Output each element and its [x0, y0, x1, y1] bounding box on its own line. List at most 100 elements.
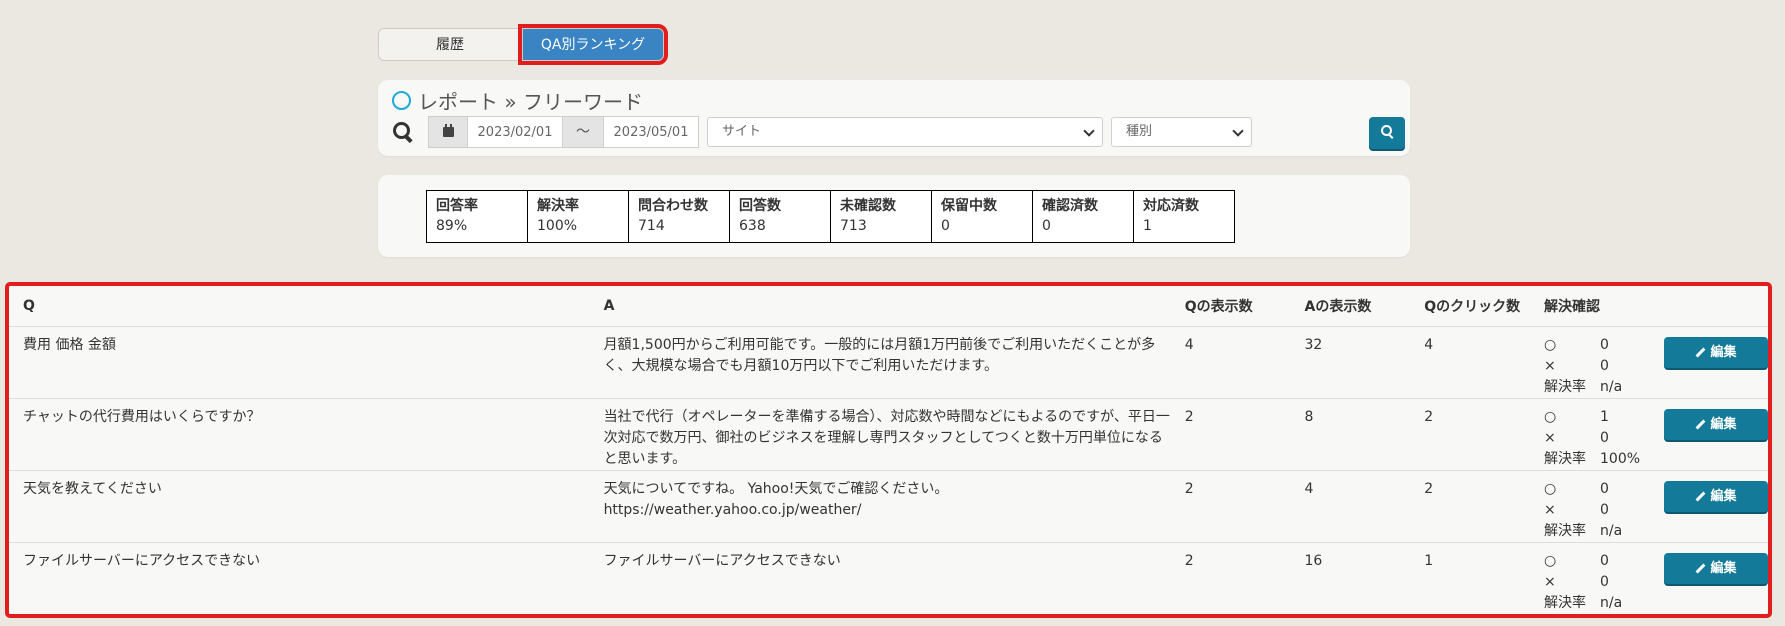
actions-cell: 編集: [1650, 326, 1768, 399]
resolution-rate-value: 100%: [1600, 451, 1641, 467]
stat-label: 保留中数: [941, 198, 997, 214]
calendar-icon: [443, 124, 454, 137]
resolved-no-label: ×: [1544, 502, 1556, 518]
table-header-row: Q A Qの表示数 Aの表示数 Qのクリック数 解決確認: [9, 286, 1768, 327]
answer-cell: 当社で代行（オペレーターを準備する場合）、対応数や時間などにもよるのですが、平日…: [589, 398, 1171, 471]
search-icon: [1381, 125, 1392, 136]
stat-cell: 保留中数 0: [931, 190, 1033, 243]
edit-button[interactable]: 編集: [1664, 409, 1768, 440]
resolved-yes-count: 0: [1600, 553, 1609, 569]
view-tabs: 履歴 QA別ランキング: [378, 24, 668, 65]
report-filter-card: レポート » フリーワード ～ サイト 種別: [378, 80, 1410, 156]
header-a: A: [589, 286, 1171, 327]
header-q-views: Qの表示数: [1170, 286, 1291, 327]
circle-icon: [392, 91, 411, 110]
a-views-cell: 8: [1290, 398, 1411, 471]
header-q-clicks: Qのクリック数: [1410, 286, 1530, 327]
resolution-cell: ○ 1 × 0 解決率 100%: [1530, 398, 1650, 471]
resolved-yes-count: 0: [1600, 481, 1609, 497]
stat-value: 0: [1042, 218, 1051, 234]
q-clicks-cell: 2: [1410, 470, 1530, 543]
answer-cell: ファイルサーバーにアクセスできない: [589, 542, 1171, 614]
qa-ranking-panel: Q A Qの表示数 Aの表示数 Qのクリック数 解決確認 費用 価格 金額 月額…: [5, 282, 1772, 618]
calendar-button[interactable]: [429, 117, 468, 147]
resolution-cell: ○ 0 × 0 解決率 n/a: [1530, 542, 1650, 614]
resolution-rate-value: n/a: [1600, 523, 1623, 539]
stat-cell: 未確認数 713: [830, 190, 932, 243]
edit-button[interactable]: 編集: [1664, 481, 1768, 512]
stat-label: 問合わせ数: [638, 198, 708, 214]
resolved-yes-label: ○: [1544, 337, 1557, 353]
stat-cell: 解決率 100%: [527, 190, 629, 243]
actions-cell: 編集: [1650, 542, 1768, 614]
table-row: チャットの代行費用はいくらですか？ 当社で代行（オペレーターを準備する場合）、対…: [9, 398, 1768, 471]
search-button[interactable]: [1369, 117, 1405, 149]
question-cell: 天気を教えてください: [9, 470, 590, 543]
resolution-rate-label: 解決率: [1544, 523, 1586, 539]
stat-value: 0: [941, 218, 950, 234]
q-views-cell: 2: [1170, 542, 1291, 614]
resolved-yes-label: ○: [1544, 409, 1557, 425]
stat-label: 解決率: [537, 198, 579, 214]
resolution-cell: ○ 0 × 0 解決率 n/a: [1530, 470, 1650, 543]
resolved-no-label: ×: [1544, 574, 1556, 590]
type-select[interactable]: 種別: [1111, 117, 1252, 147]
search-row: ～ サイト 種別: [392, 116, 1252, 148]
stat-label: 確認済数: [1042, 198, 1098, 214]
stats-table: 回答率 89% 解決率 100% 問合わせ数 714 回答数 638 未確認数 713 保…: [426, 190, 1235, 243]
stat-cell: 回答率 89%: [426, 190, 528, 243]
resolved-no-count: 0: [1600, 430, 1609, 446]
resolved-yes-count: 0: [1600, 337, 1609, 353]
site-select[interactable]: サイト: [707, 117, 1103, 147]
edit-button[interactable]: 編集: [1664, 337, 1768, 368]
tab-history[interactable]: 履歴: [378, 28, 522, 61]
edit-button-label: 編集: [1710, 489, 1737, 504]
resolution-rate-label: 解決率: [1544, 595, 1586, 611]
stat-value: 714: [638, 218, 665, 234]
pencil-icon: [1696, 347, 1706, 358]
resolution-rate-value: n/a: [1600, 595, 1623, 611]
a-views-cell: 32: [1290, 326, 1411, 399]
stat-value: 1: [1143, 218, 1152, 234]
edit-button-label: 編集: [1710, 561, 1737, 576]
stat-cell: 問合わせ数 714: [628, 190, 730, 243]
date-range: ～: [428, 116, 699, 148]
resolved-yes-label: ○: [1544, 481, 1557, 497]
answer-cell: 天気についてですね。 Yahoo!天気でご確認ください。 https://wea…: [589, 470, 1171, 543]
edit-button[interactable]: 編集: [1664, 553, 1768, 584]
answer-cell: 月額1,500円からご利用可能です。一般的には月額1万円前後でご利用いただくこと…: [589, 326, 1171, 399]
date-to-input[interactable]: [604, 117, 698, 147]
resolution-rate-value: n/a: [1600, 379, 1623, 395]
table-row: ファイルサーバーにアクセスできない ファイルサーバーにアクセスできない 2 16…: [9, 542, 1768, 614]
resolution-rate-label: 解決率: [1544, 379, 1586, 395]
pencil-icon: [1696, 419, 1706, 430]
resolved-no-label: ×: [1544, 358, 1556, 374]
resolved-no-count: 0: [1600, 574, 1609, 590]
pencil-icon: [1696, 491, 1706, 502]
actions-cell: 編集: [1650, 398, 1768, 471]
chevron-down-icon: [1232, 125, 1244, 137]
edit-button-label: 編集: [1710, 345, 1737, 360]
question-cell: ファイルサーバーにアクセスできない: [9, 542, 590, 614]
report-title-text: レポート » フリーワード: [418, 90, 643, 114]
q-clicks-cell: 2: [1410, 398, 1530, 471]
header-q: Q: [9, 286, 590, 327]
stat-cell: 回答数 638: [729, 190, 831, 243]
a-views-cell: 16: [1290, 542, 1411, 614]
resolved-yes-count: 1: [1600, 409, 1609, 425]
stat-value: 713: [840, 218, 867, 234]
tab-qa-ranking[interactable]: QA別ランキング: [518, 24, 668, 65]
report-title: レポート » フリーワード: [392, 86, 643, 115]
resolved-no-count: 0: [1600, 358, 1609, 374]
resolved-yes-label: ○: [1544, 553, 1557, 569]
question-cell: チャットの代行費用はいくらですか？: [9, 398, 590, 471]
chevron-down-icon: [1083, 125, 1095, 137]
qa-ranking-table: Q A Qの表示数 Aの表示数 Qのクリック数 解決確認 費用 価格 金額 月額…: [9, 286, 1768, 614]
q-views-cell: 2: [1170, 470, 1291, 543]
date-from-input[interactable]: [468, 117, 562, 147]
table-row: 費用 価格 金額 月額1,500円からご利用可能です。一般的には月額1万円前後で…: [9, 326, 1768, 399]
pencil-icon: [1696, 563, 1706, 574]
date-range-separator: ～: [562, 117, 604, 147]
header-resolution: 解決確認: [1530, 286, 1650, 327]
stat-label: 回答数: [739, 198, 781, 214]
